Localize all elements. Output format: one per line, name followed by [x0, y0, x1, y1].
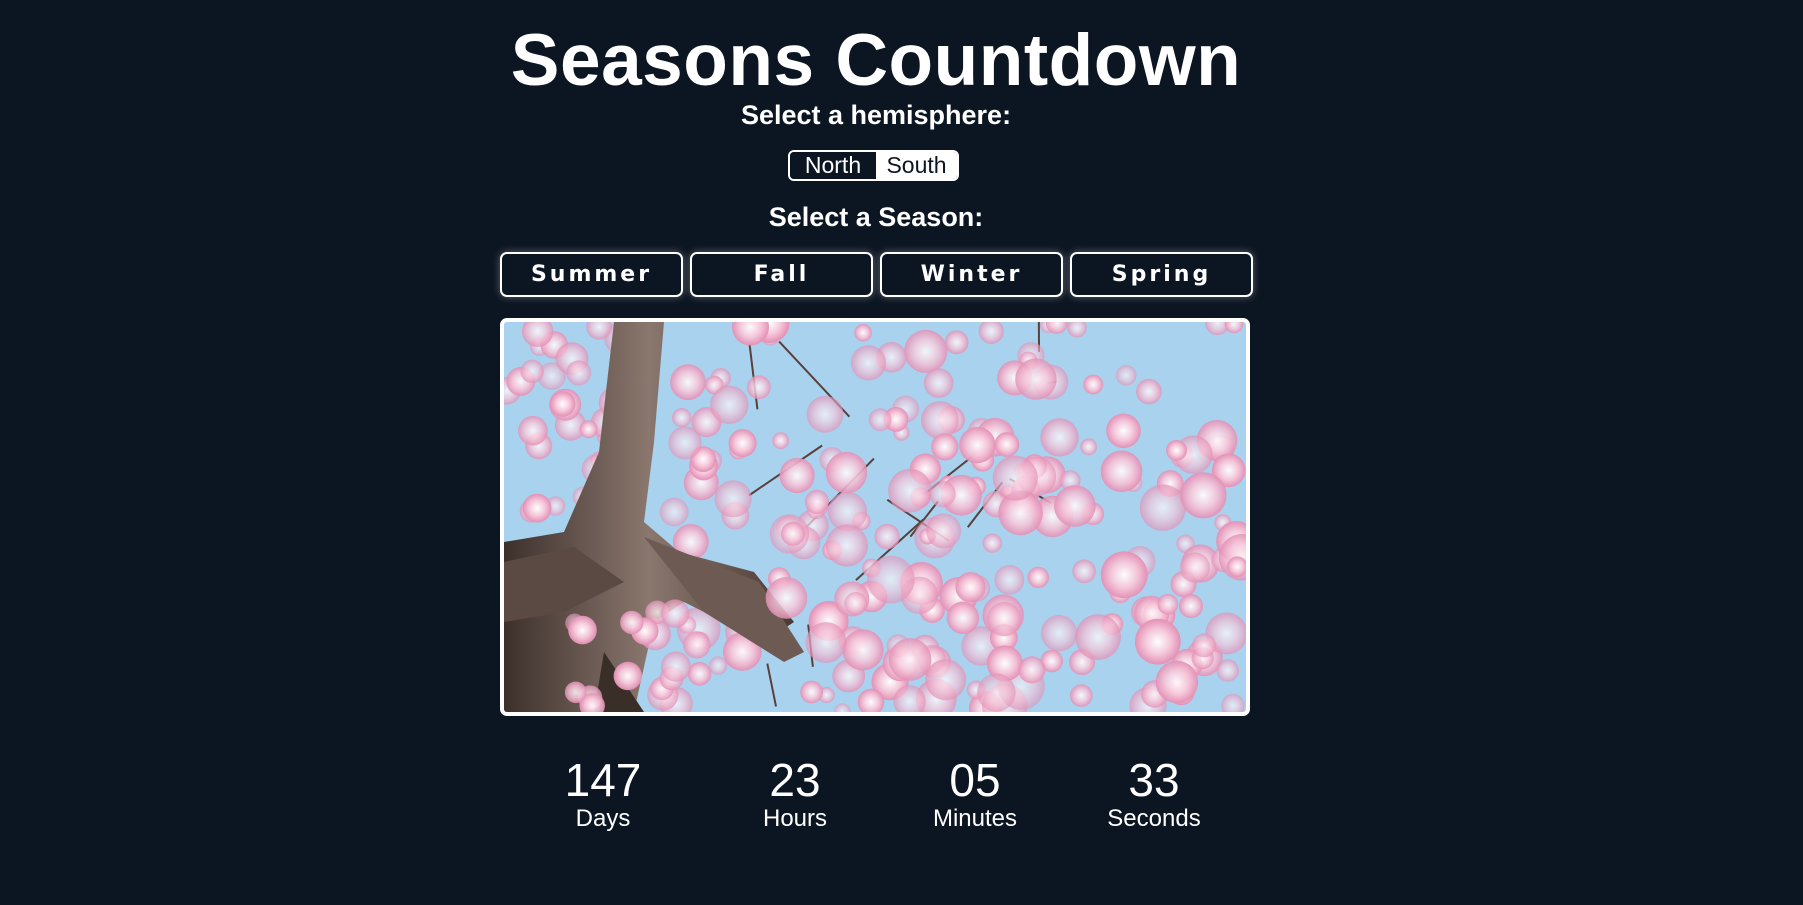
- season-image: [500, 318, 1250, 716]
- season-button-group: Summer Fall Winter Spring: [500, 252, 1253, 297]
- hours-unit: 23 Hours: [715, 755, 875, 833]
- days-value: 147: [564, 754, 642, 806]
- seconds-unit: 33 Seconds: [1074, 755, 1234, 833]
- seconds-label: Seconds: [1107, 805, 1201, 832]
- winter-button[interactable]: Winter: [880, 252, 1063, 297]
- days-label: Days: [575, 805, 631, 832]
- hours-label: Hours: [762, 805, 828, 832]
- hemisphere-toggle: North South: [788, 150, 959, 181]
- season-label: Select a Season:: [768, 202, 984, 232]
- summer-button[interactable]: Summer: [500, 252, 683, 297]
- seconds-value: 33: [1128, 754, 1180, 806]
- hemisphere-label: Select a hemisphere:: [740, 100, 1012, 130]
- days-unit: 147 Days: [523, 755, 683, 833]
- minutes-value: 05: [949, 754, 1001, 806]
- hemisphere-north-option[interactable]: North: [790, 152, 876, 179]
- hemisphere-south-option[interactable]: South: [876, 152, 957, 179]
- spring-button[interactable]: Spring: [1070, 252, 1253, 297]
- minutes-label: Minutes: [932, 805, 1018, 832]
- hours-value: 23: [769, 754, 821, 806]
- cherry-blossom-image: [504, 322, 1246, 712]
- page-title: Seasons Countdown: [510, 20, 1242, 101]
- fall-button[interactable]: Fall: [690, 252, 873, 297]
- minutes-unit: 05 Minutes: [895, 755, 1055, 833]
